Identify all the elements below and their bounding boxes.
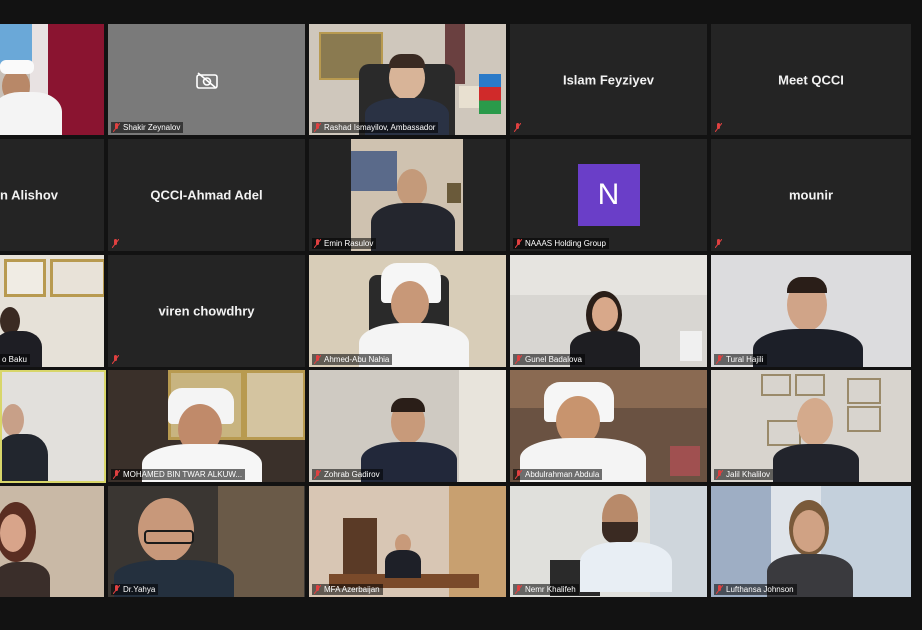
- muted-mic-icon: [716, 355, 723, 364]
- participant-name-label: MFA Azerbaijan: [312, 584, 383, 595]
- video-tile-ahmed[interactable]: Ahmed-Abu Nahia: [309, 255, 506, 367]
- video-tile-gunel[interactable]: Gunel Badalova: [510, 255, 707, 367]
- participant-avatar: N: [577, 164, 640, 226]
- participant-center-name: viren chowdhry: [158, 303, 255, 319]
- participant-name-label: MOHAMED BIN TWAR ALKUW...: [111, 469, 246, 480]
- video-tile-mfa[interactable]: MFA Azerbaijan: [309, 486, 506, 597]
- video-tile-rashad[interactable]: Rashad Ismayilov, Ambassador: [309, 24, 506, 135]
- video-tile-zohrab[interactable]: Zohrab Gadirov: [309, 370, 506, 482]
- video-tile-baku[interactable]: o Baku: [0, 255, 104, 367]
- muted-mic-icon: [715, 239, 722, 248]
- participant-center-name: n Alishov: [0, 187, 59, 203]
- muted-mic-icon: [515, 355, 522, 364]
- muted-mic-icon: [314, 239, 321, 248]
- video-tile-abdulrahman[interactable]: Abdulrahman Abdula: [510, 370, 707, 482]
- participant-center-name: Meet QCCI: [778, 72, 844, 87]
- muted-mic-icon: [113, 470, 120, 479]
- participant-name-label: Abdulrahman Abdula: [513, 469, 603, 480]
- participant-name-label: NAAAS Holding Group: [513, 238, 609, 249]
- video-tile-tural[interactable]: Tural Hajili: [711, 255, 911, 367]
- participant-name-label: Dr.Yahya: [111, 584, 159, 595]
- muted-mic-icon: [314, 470, 321, 479]
- video-tile-active-speaker[interactable]: [0, 370, 106, 483]
- participant-name-label: Gunel Badalova: [513, 354, 585, 365]
- participant-name-label: Ahmed-Abu Nahia: [312, 354, 393, 365]
- participant-name-label: Shakir Zeynalov: [111, 122, 184, 133]
- video-tile-mohamed[interactable]: MOHAMED BIN TWAR ALKUW...: [108, 370, 305, 482]
- video-tile-alishov[interactable]: n Alishov: [0, 139, 104, 251]
- muted-mic-icon: [314, 123, 321, 132]
- video-tile-yahya[interactable]: Dr.Yahya: [108, 486, 305, 597]
- participant-name-label: Nemr Khalifeh: [513, 584, 579, 595]
- video-tile-meet-qcci[interactable]: Meet QCCI: [711, 24, 911, 135]
- video-tile-mounir[interactable]: mounir: [711, 139, 911, 251]
- video-tile-1[interactable]: [0, 24, 104, 135]
- muted-mic-icon: [113, 123, 120, 132]
- muted-mic-icon: [716, 585, 723, 594]
- video-tile-5-1[interactable]: [0, 486, 104, 597]
- participant-name-label: Tural Hajili: [714, 354, 767, 365]
- muted-mic-icon: [314, 585, 321, 594]
- muted-mic-icon: [113, 585, 120, 594]
- video-tile-emin[interactable]: Emin Rasulov: [309, 139, 506, 251]
- video-tile-islam[interactable]: Islam Feyziyev: [510, 24, 707, 135]
- muted-mic-icon: [314, 355, 321, 364]
- participant-name-label: Rashad Ismayilov, Ambassador: [312, 122, 439, 133]
- muted-mic-icon: [112, 355, 119, 364]
- muted-mic-icon: [515, 239, 522, 248]
- camera-off-icon: [195, 71, 218, 89]
- video-tile-jalil[interactable]: Jalil Khalilov: [711, 370, 911, 482]
- video-tile-naaas[interactable]: N NAAAS Holding Group: [510, 139, 707, 251]
- participant-center-name: mounir: [788, 187, 834, 203]
- muted-mic-icon: [515, 585, 522, 594]
- video-tile-nemr[interactable]: Nemr Khalifeh: [510, 486, 707, 597]
- video-tile-ahmad-adel[interactable]: QCCI-Ahmad Adel: [108, 139, 305, 251]
- muted-mic-icon: [112, 239, 119, 248]
- video-tile-viren[interactable]: viren chowdhry: [108, 255, 305, 367]
- muted-mic-icon: [514, 123, 521, 132]
- video-tile-lufthansa[interactable]: Lufthansa Johnson: [711, 486, 911, 597]
- participant-name-label: Emin Rasulov: [312, 238, 377, 249]
- muted-mic-icon: [716, 470, 723, 479]
- video-tile-shakir[interactable]: Shakir Zeynalov: [108, 24, 305, 135]
- participant-name-label: Jalil Khalilov: [714, 469, 774, 480]
- muted-mic-icon: [515, 470, 522, 479]
- participant-center-name: QCCI-Ahmad Adel: [150, 187, 263, 203]
- participant-name-label: o Baku: [0, 354, 30, 365]
- muted-mic-icon: [715, 123, 722, 132]
- participant-name-label: Zohrab Gadirov: [312, 469, 383, 480]
- participant-name-label: Lufthansa Johnson: [714, 584, 797, 595]
- participant-center-name: Islam Feyziyev: [562, 72, 655, 87]
